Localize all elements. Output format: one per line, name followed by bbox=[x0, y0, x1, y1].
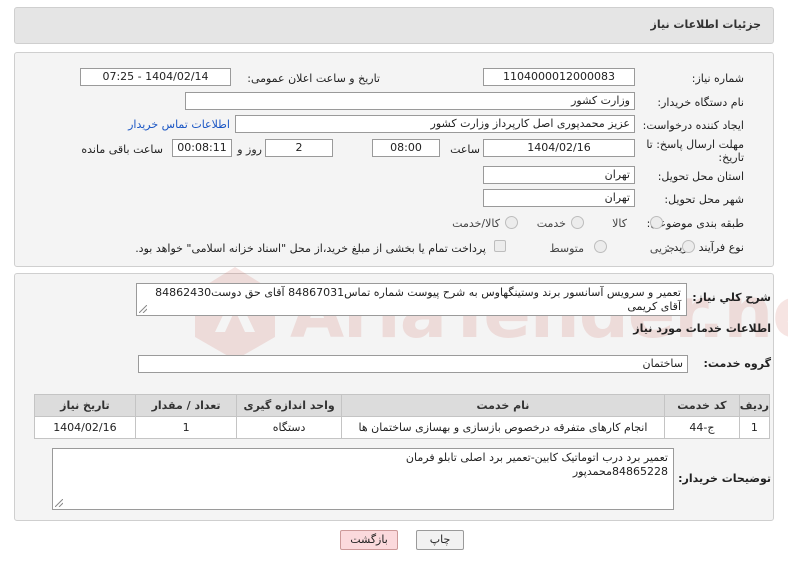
process-minor-option: جزیی bbox=[649, 242, 675, 255]
col-unit: واحد اندازه گیری bbox=[236, 394, 342, 417]
description-label: شرح کلي نياز: bbox=[692, 291, 771, 304]
city-field: تهران bbox=[483, 189, 635, 207]
table-row: 1 ج-44 انجام کارهای متفرقه درخصوص بازساز… bbox=[34, 416, 771, 439]
requester-label: ایجاد کننده درخواست: bbox=[642, 119, 744, 132]
category-goods-service-option: کالا/خدمت bbox=[452, 217, 500, 230]
col-service-code: کد خدمت bbox=[664, 394, 740, 417]
time-label: ساعت bbox=[450, 143, 480, 156]
process-type-label: نوع فرآیند خرید : bbox=[666, 241, 744, 254]
buyer-org-label: نام دستگاه خریدار: bbox=[657, 96, 744, 109]
announce-date-label: تاریخ و ساعت اعلان عمومی: bbox=[247, 72, 380, 85]
buyer-contact-link[interactable]: اطلاعات تماس خریدار bbox=[128, 118, 230, 131]
category-service-option: خدمت bbox=[536, 217, 566, 230]
province-field: تهران bbox=[483, 166, 635, 184]
description-text: تعمیر و سرویس آسانسور برند وستینگهاوس به… bbox=[155, 286, 681, 313]
col-quantity: تعداد / مقدار bbox=[134, 394, 238, 417]
services-section-title: اطلاعات خدمات مورد نياز bbox=[633, 322, 771, 335]
services-table: ردیف کد خدمت نام خدمت واحد اندازه گیری ت… bbox=[34, 394, 771, 439]
deadline-label: مهلت ارسال پاسخ: تا تاریخ: bbox=[646, 138, 744, 164]
description-textarea[interactable]: تعمیر و سرویس آسانسور برند وستینگهاوس به… bbox=[136, 283, 687, 316]
need-number-label: شماره نیاز: bbox=[691, 72, 744, 85]
province-label: استان محل تحویل: bbox=[657, 170, 744, 183]
service-group-field: ساختمان bbox=[138, 355, 688, 373]
deadline-date-field: 1404/02/16 bbox=[483, 139, 635, 157]
page-header: جزئیات اطلاعات نیاز bbox=[14, 7, 774, 44]
deadline-time-field: 08:00 bbox=[372, 139, 440, 157]
resize-grip-icon[interactable] bbox=[55, 499, 63, 507]
buyer-notes-line-1: تعمیر برد درب اتوماتیک کابین-تعمیر برد ا… bbox=[405, 451, 668, 464]
col-service-name: نام خدمت bbox=[340, 394, 666, 417]
buyer-notes-line-2: 84865228محمدپور bbox=[572, 465, 668, 478]
buyer-notes-label: توضیحات خریدار: bbox=[678, 472, 771, 485]
need-number-field: 1104000012000083 bbox=[483, 68, 635, 86]
remaining-time-label: ساعت باقی مانده bbox=[81, 143, 163, 156]
back-button[interactable]: بازگشت bbox=[340, 530, 398, 550]
city-label: شهر محل تحویل: bbox=[664, 193, 744, 206]
treasury-payment-checkbox[interactable] bbox=[494, 240, 506, 252]
buyer-org-field: وزارت کشور bbox=[185, 92, 635, 110]
process-medium-option: متوسط bbox=[549, 242, 584, 255]
service-group-label: گروه خدمت: bbox=[703, 357, 771, 370]
announce-date-field: 1404/02/14 - 07:25 bbox=[80, 68, 231, 86]
days-field: 2 bbox=[265, 139, 333, 157]
buyer-notes-textarea[interactable]: تعمیر برد درب اتوماتیک کابین-تعمیر برد ا… bbox=[52, 448, 674, 510]
days-label: روز و bbox=[237, 143, 262, 156]
resize-grip-icon[interactable] bbox=[139, 305, 147, 313]
cell-need-date: 1404/02/16 bbox=[34, 416, 136, 439]
print-button[interactable]: چاپ bbox=[416, 530, 464, 550]
table-header-row: ردیف کد خدمت نام خدمت واحد اندازه گیری ت… bbox=[34, 394, 771, 417]
requester-field: عزیز محمدپوری اصل کارپرداز وزارت کشور bbox=[235, 115, 635, 133]
col-need-date: تاریخ نیاز bbox=[34, 394, 136, 417]
process-medium-radio[interactable] bbox=[594, 240, 607, 253]
category-goods-service-radio[interactable] bbox=[505, 216, 518, 229]
cell-unit: دستگاه bbox=[236, 416, 342, 439]
cell-row-number: 1 bbox=[738, 416, 771, 439]
treasury-payment-note: پرداخت تمام یا بخشی از مبلغ خرید،از محل … bbox=[135, 242, 486, 255]
category-service-radio[interactable] bbox=[571, 216, 584, 229]
cell-quantity: 1 bbox=[134, 416, 238, 439]
cell-service-code: ج-44 bbox=[664, 416, 740, 439]
page-title: جزئیات اطلاعات نیاز bbox=[650, 18, 762, 31]
col-row-number: ردیف bbox=[738, 394, 771, 417]
remaining-time-field: 00:08:11 bbox=[172, 139, 232, 157]
process-minor-radio[interactable] bbox=[682, 240, 695, 253]
cell-service-name: انجام کارهای متفرقه درخصوص بازسازی و بهس… bbox=[340, 416, 666, 439]
category-goods-option: کالا bbox=[612, 217, 627, 230]
category-goods-radio[interactable] bbox=[650, 216, 663, 229]
